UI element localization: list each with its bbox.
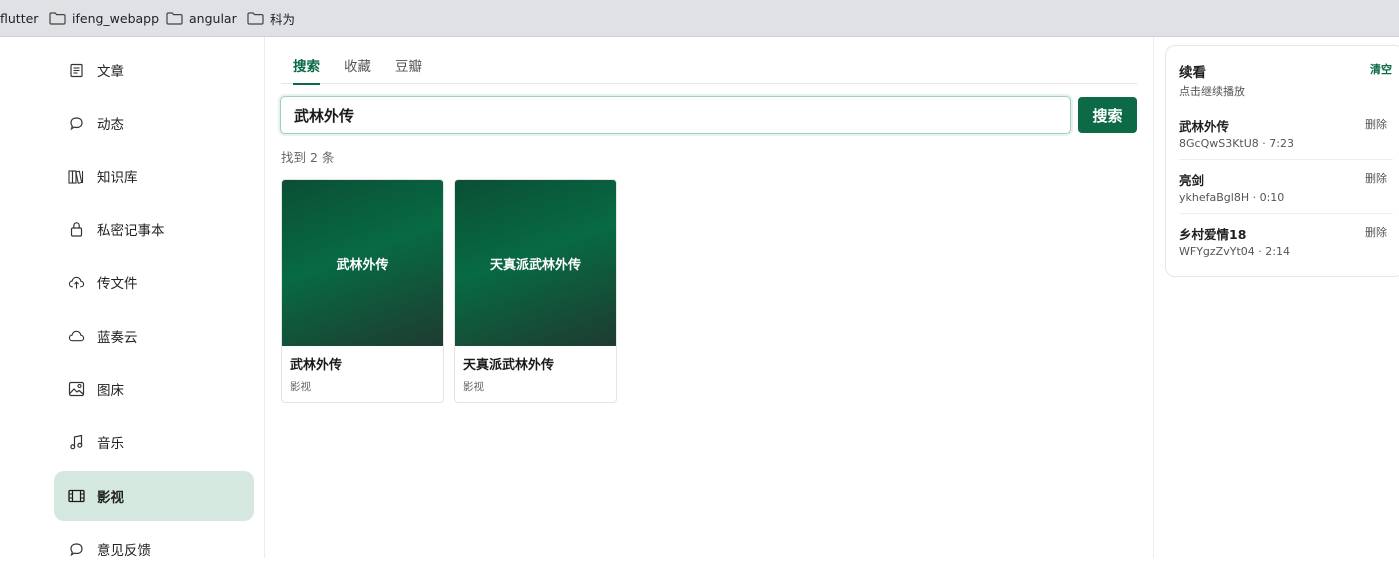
continue-subtitle: 点击继续播放 <box>1179 85 1245 98</box>
history-title: 乡村爱情18 <box>1179 227 1247 242</box>
tab-search[interactable]: 搜索 <box>281 47 332 85</box>
history-meta: WFYgzZvYt04 · 2:14 <box>1179 245 1290 258</box>
result-title: 天真派武林外传 <box>463 358 555 373</box>
bookmark-label: flutter <box>0 10 39 26</box>
tab-bar: 搜索 收藏 豆瓣 <box>281 47 1137 85</box>
sidebar-item-music[interactable]: 音乐 <box>54 417 254 467</box>
sidebar-item-upload-file[interactable]: 传文件 <box>54 257 254 307</box>
history-meta: 8GcQwS3KtU8 · 7:23 <box>1179 137 1294 150</box>
search-button[interactable]: 搜索 <box>1078 97 1137 133</box>
sidebar: 文章 动态 知识库 私密记事本 传文件 蓝奏云 图床 音乐 影视 意见反馈 <box>0 37 265 559</box>
folder-icon <box>166 11 183 25</box>
sidebar-item-label: 知识库 <box>97 170 138 186</box>
bookmark-ifeng-webapp[interactable]: ifeng_webapp <box>49 0 159 37</box>
sidebar-item-moments[interactable]: 动态 <box>54 98 254 148</box>
sidebar-item-private-notebook[interactable]: 私密记事本 <box>54 204 254 254</box>
bookmark-label: ifeng_webapp <box>72 10 160 26</box>
bookmark-label: 科为 <box>270 11 296 27</box>
cloud-icon <box>68 328 85 345</box>
lock-icon <box>68 221 85 238</box>
continue-title: 续看 <box>1179 65 1206 81</box>
bookmark-angular[interactable]: angular <box>166 0 237 37</box>
bookmark-flutter[interactable]: flutter <box>0 0 38 37</box>
result-poster: 武林外传 <box>282 180 443 346</box>
delete-button[interactable]: 删除 <box>1365 116 1387 132</box>
result-category: 影视 <box>290 381 311 393</box>
history-item[interactable]: 乡村爱情18 WFYgzZvYt04 · 2:14 删除 <box>1179 213 1393 267</box>
delete-button[interactable]: 删除 <box>1365 224 1387 240</box>
history-meta: ykhefaBgl8H · 0:10 <box>1179 191 1285 204</box>
bookmarks-bar: flutter ifeng_webapp angular 科为 <box>0 0 1399 37</box>
sidebar-item-image-host[interactable]: 图床 <box>54 364 254 414</box>
sidebar-item-label: 图床 <box>97 383 124 399</box>
bookmark-kewei[interactable]: 科为 <box>247 0 295 37</box>
sidebar-item-label: 影视 <box>97 490 124 506</box>
sidebar-item-feedback[interactable]: 意见反馈 <box>54 524 254 574</box>
sidebar-item-label: 文章 <box>97 64 124 80</box>
poster-text: 天真派武林外传 <box>489 257 581 273</box>
sidebar-item-label: 意见反馈 <box>97 543 151 559</box>
clear-history-button[interactable]: 清空 <box>1370 61 1392 77</box>
sidebar-item-label: 动态 <box>97 117 124 133</box>
tab-favorites[interactable]: 收藏 <box>332 47 383 84</box>
chat-bubble-icon <box>68 115 85 132</box>
main-content: 搜索 收藏 豆瓣 搜索 找到 2 条 武林外传 武林外传 影视 天真派武林外传 … <box>265 37 1153 558</box>
feedback-icon <box>68 541 85 558</box>
article-icon <box>68 62 85 79</box>
sidebar-item-label: 私密记事本 <box>97 223 165 239</box>
bookmark-label: angular <box>189 10 237 26</box>
sidebar-item-label: 传文件 <box>97 276 138 292</box>
history-item[interactable]: 亮剑 ykhefaBgl8H · 0:10 删除 <box>1179 159 1393 213</box>
sidebar-item-knowledge-base[interactable]: 知识库 <box>54 151 254 201</box>
poster-text: 武林外传 <box>336 257 389 273</box>
folder-icon <box>49 11 66 25</box>
delete-button[interactable]: 删除 <box>1365 170 1387 186</box>
film-icon <box>68 488 85 505</box>
result-card[interactable]: 天真派武林外传 天真派武林外传 影视 <box>454 179 617 403</box>
image-icon <box>68 381 85 398</box>
sidebar-item-lanzou-cloud[interactable]: 蓝奏云 <box>54 311 254 361</box>
music-note-icon <box>68 434 85 451</box>
right-panel: 续看 清空 点击继续播放 武林外传 8GcQwS3KtU8 · 7:23 删除 … <box>1153 37 1399 558</box>
books-icon <box>68 168 85 185</box>
result-title: 武林外传 <box>290 358 343 373</box>
history-title: 武林外传 <box>1179 119 1230 134</box>
continue-watching-panel: 续看 清空 点击继续播放 武林外传 8GcQwS3KtU8 · 7:23 删除 … <box>1165 45 1399 277</box>
sidebar-item-video[interactable]: 影视 <box>54 471 254 521</box>
sidebar-item-label: 音乐 <box>97 436 124 452</box>
result-poster: 天真派武林外传 <box>455 180 616 346</box>
folder-icon <box>247 11 264 25</box>
search-input[interactable] <box>280 96 1071 134</box>
sidebar-item-articles[interactable]: 文章 <box>54 45 254 95</box>
result-count: 找到 2 条 <box>281 150 335 165</box>
tab-douban[interactable]: 豆瓣 <box>383 47 434 84</box>
result-card[interactable]: 武林外传 武林外传 影视 <box>281 179 444 403</box>
result-category: 影视 <box>463 381 484 393</box>
history-title: 亮剑 <box>1179 173 1205 188</box>
sidebar-item-label: 蓝奏云 <box>97 330 138 346</box>
cloud-upload-icon <box>68 274 85 291</box>
